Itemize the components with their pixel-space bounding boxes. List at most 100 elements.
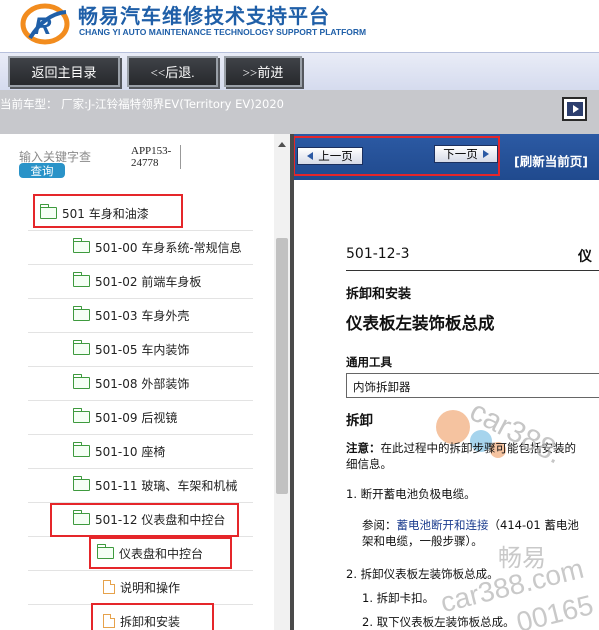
tree-item-label: 501-03 车身外壳: [95, 308, 190, 323]
tree-item-501-05[interactable]: 501-05 车内装饰: [72, 338, 190, 360]
tree-item-501-02[interactable]: 501-02 前端车身板: [72, 270, 202, 292]
tree-item-label: 501 车身和油漆: [62, 206, 149, 221]
step-2-2: 2. 取下仪表板左装饰板总成。: [362, 615, 515, 629]
tree-divider: [28, 400, 253, 401]
watermark-circle: [436, 410, 470, 444]
reference-line-2: 架和电缆，一般步骤）。: [362, 534, 483, 548]
document-title: 仪表板左装饰板总成: [346, 314, 495, 333]
step-2-1: 1. 拆卸卡扣。: [362, 591, 435, 605]
tree-divider: [28, 502, 253, 503]
document-content: 501-12-3 仪 拆卸和安装 仪表板左装饰板总成 通用工具 内饰拆卸器 拆卸…: [294, 180, 599, 630]
tree-item-description-operation[interactable]: 说明和操作: [103, 576, 180, 598]
tools-value: 内饰拆卸器: [353, 380, 411, 394]
folder-icon: [72, 510, 90, 525]
reference-text: （414-01 蓄电池: [488, 518, 579, 532]
tree-item-501-body-paint[interactable]: 501 车身和油漆: [39, 202, 149, 224]
logo-icon: R: [20, 3, 70, 45]
document-panel: 上一页 下一页 [刷新当前页] 501-12-3 仪 拆卸和安装 仪表板左装饰板…: [294, 134, 599, 630]
brand-subtitle: CHANG YI AUTO MAINTENANCE TECHNOLOGY SUP…: [79, 27, 367, 37]
tools-label: 通用工具: [346, 355, 392, 369]
back-to-main-menu-button[interactable]: 返回主目录: [8, 56, 120, 87]
scroll-up-arrow-icon[interactable]: [278, 142, 286, 147]
document-icon: [103, 613, 116, 628]
tree-item-501-10[interactable]: 501-10 座椅: [72, 440, 166, 462]
svg-text:R: R: [34, 13, 52, 40]
reference-line: 参阅：蓄电池断开和连接（414-01 蓄电池: [362, 517, 579, 533]
tree-scrollbar[interactable]: [274, 134, 290, 630]
tree-item-removal-installation[interactable]: 拆卸和安装: [103, 610, 180, 630]
scrollbar-thumb[interactable]: [276, 238, 288, 494]
note-line-2: 细信息。: [346, 457, 392, 471]
current-vehicle-text: 当前车型： 厂家:J-江铃福特领界EV(Territory EV)2020: [0, 97, 284, 111]
tree-divider: [28, 434, 253, 435]
history-forward-button[interactable]: >>前进: [224, 56, 302, 87]
tree-item-label: 501-11 玻璃、车架和机械: [95, 478, 238, 493]
watermark-text: car388.: [464, 394, 569, 471]
expand-arrow-icon: [566, 102, 583, 116]
tree-item-dashboard-console[interactable]: 仪表盘和中控台: [96, 542, 204, 564]
document-subtitle: 拆卸和安装: [346, 287, 412, 302]
folder-icon: [72, 238, 90, 253]
app-code-line: 24778: [131, 157, 159, 169]
folder-icon: [72, 374, 90, 389]
tree-divider: [28, 332, 253, 333]
history-back-button[interactable]: <<后退.: [127, 56, 218, 87]
folder-icon: [72, 408, 90, 423]
app-header: R 畅易汽车维修技术支持平台 CHANG YI AUTO MAINTENANCE…: [0, 0, 599, 52]
folder-icon: [72, 340, 90, 355]
document-code: 501-12-3: [346, 246, 410, 262]
tree-item-label: 仪表盘和中控台: [119, 546, 204, 561]
battery-disconnect-link[interactable]: 蓄电池断开和连接: [397, 518, 489, 532]
previous-page-button[interactable]: 上一页: [297, 147, 363, 165]
query-button[interactable]: 查询: [19, 163, 65, 178]
watermark-text: 00165: [513, 589, 597, 630]
tools-table: 内饰拆卸器: [346, 373, 599, 398]
watermark-text: 畅易: [498, 545, 546, 572]
tree-item-501-09[interactable]: 501-09 后视镜: [72, 406, 177, 428]
note-text: 在此过程中的拆卸步骤可能包括安装的: [380, 441, 577, 455]
main-toolbar: 返回主目录 <<后退. >>前进: [0, 52, 599, 90]
tree-item-501-11[interactable]: 501-11 玻璃、车架和机械: [72, 474, 238, 496]
step-2: 2. 拆卸仪表板左装饰板总成。: [346, 567, 499, 581]
folder-icon: [72, 272, 90, 287]
folder-icon: [72, 306, 90, 321]
folder-icon: [96, 544, 114, 559]
right-arrow-icon: [482, 150, 489, 158]
tree-divider: [28, 264, 253, 265]
document-icon: [103, 579, 116, 594]
note-label: 注意：: [346, 441, 381, 455]
tree-divider: [28, 230, 253, 231]
tree-item-501-03[interactable]: 501-03 车身外壳: [72, 304, 190, 326]
note-line: 注意：在此过程中的拆卸步骤可能包括安装的: [346, 440, 576, 456]
tree-item-label: 501-10 座椅: [95, 444, 166, 459]
next-page-button[interactable]: 下一页: [434, 145, 498, 163]
step-1: 1. 断开蓄电池负极电缆。: [346, 487, 476, 501]
previous-page-label: 上一页: [318, 149, 353, 163]
app-code: APP153- 24778: [131, 145, 181, 169]
folder-icon: [39, 204, 57, 219]
expand-panel-button[interactable]: [562, 97, 587, 121]
tree-item-label: 501-08 外部装饰: [95, 376, 190, 391]
folder-icon: [72, 476, 90, 491]
tree-item-label: 501-02 前端车身板: [95, 274, 202, 289]
tree-item-501-00[interactable]: 501-00 车身系统-常规信息: [72, 236, 242, 258]
tree-item-501-08[interactable]: 501-08 外部装饰: [72, 372, 190, 394]
tree-item-501-12[interactable]: 501-12 仪表盘和中控台: [72, 508, 225, 530]
left-arrow-icon: [307, 152, 314, 160]
tree-item-label: 501-05 车内装饰: [95, 342, 190, 357]
section-heading: 拆卸: [346, 413, 373, 429]
document-rule: [346, 270, 599, 271]
app-code-line: APP153-: [131, 145, 172, 157]
document-pager-bar: 上一页 下一页 [刷新当前页]: [294, 134, 599, 180]
watermark-text: car388.com: [437, 552, 587, 619]
tree-item-label: 拆卸和安装: [120, 614, 181, 629]
tree-item-label: 501-00 车身系统-常规信息: [95, 240, 242, 255]
folder-icon: [72, 442, 90, 457]
document-code-right: 仪: [578, 249, 592, 265]
refresh-current-page-link[interactable]: [刷新当前页]: [514, 151, 588, 170]
next-page-label: 下一页: [443, 147, 478, 161]
tree-divider: [28, 536, 253, 537]
vehicle-info-bar: 当前车型： 厂家:J-江铃福特领界EV(Territory EV)2020: [0, 90, 599, 134]
tree-item-label: 说明和操作: [120, 580, 181, 595]
brand-title: 畅易汽车维修技术支持平台: [78, 4, 330, 28]
